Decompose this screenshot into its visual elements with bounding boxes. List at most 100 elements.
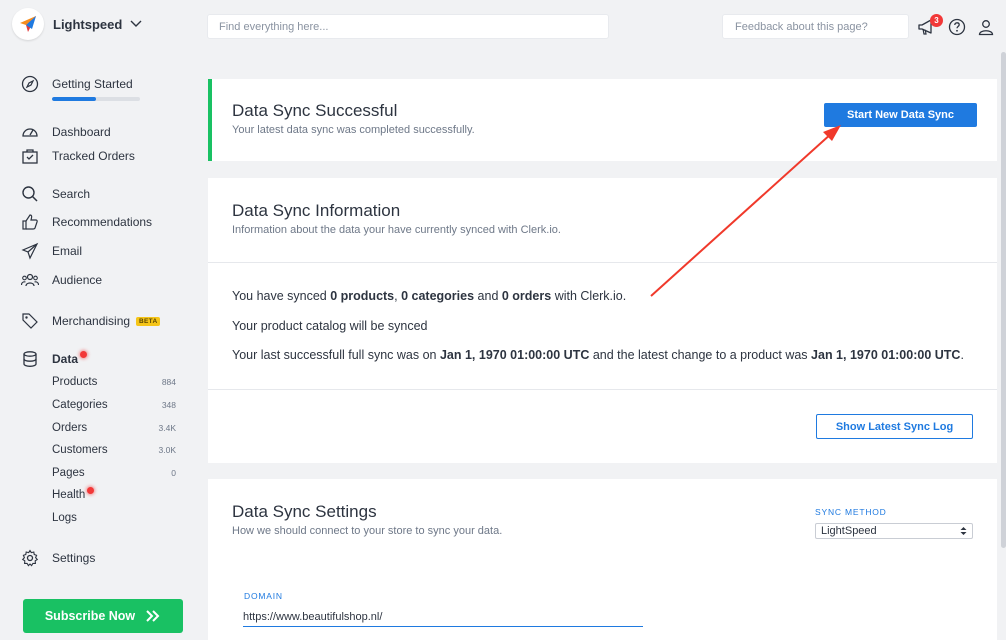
sidebar-item-audience[interactable]: Audience: [20, 270, 102, 290]
sync-settings-card: Data Sync Settings How we should connect…: [208, 479, 997, 640]
synced-counts-text: You have synced 0 products, 0 categories…: [232, 289, 626, 303]
sidebar-item-tracked-orders[interactable]: Tracked Orders: [20, 146, 135, 166]
sync-success-card: Data Sync Successful Your latest data sy…: [208, 79, 997, 161]
subscribe-now-button[interactable]: Subscribe Now: [23, 599, 183, 633]
text-segment: and: [474, 289, 502, 303]
sidebar-item-settings[interactable]: Settings: [20, 548, 95, 568]
text-segment: with Clerk.io.: [551, 289, 627, 303]
sidebar-item-email[interactable]: Email: [20, 241, 82, 261]
double-chevron-right-icon: [146, 610, 160, 622]
getting-started-progress: [52, 97, 140, 101]
text-segment: .: [960, 348, 964, 362]
start-new-data-sync-button[interactable]: Start New Data Sync: [824, 103, 977, 127]
dashboard-icon: [20, 122, 40, 142]
sidebar-item-label: Dashboard: [52, 125, 111, 139]
subitem-label: Logs: [52, 512, 77, 524]
sidebar-item-label: Search: [52, 187, 91, 201]
sidebar-item-getting-started[interactable]: Getting Started: [20, 74, 133, 94]
last-full-sync-date: Jan 1, 1970 01:00:00 UTC: [439, 348, 590, 362]
sidebar-item-recommendations[interactable]: Recommendations: [20, 212, 152, 232]
thumbs-up-icon: [20, 212, 40, 232]
lightspeed-logo-icon: [12, 8, 44, 40]
paper-plane-icon: [20, 241, 40, 261]
sidebar-subitem-categories[interactable]: Categories 348: [52, 397, 176, 413]
getting-started-progress-fill: [52, 97, 96, 101]
subitem-count: 348: [161, 400, 176, 410]
sidebar-item-label: Settings: [52, 551, 96, 565]
sidebar-item-label: Recommendations: [52, 215, 153, 229]
products-count: 0 products: [330, 289, 395, 303]
sidebar-subitem-orders[interactable]: Orders 3.4K: [52, 420, 176, 436]
global-search-input[interactable]: Find everything here...: [208, 15, 608, 38]
compass-icon: [20, 74, 40, 94]
card-title: Data Sync Successful: [232, 101, 398, 120]
help-icon[interactable]: [946, 16, 968, 38]
divider: [208, 262, 997, 263]
domain-value: https://www.beautifulshop.nl/: [243, 610, 383, 623]
text-segment: You have synced: [232, 289, 331, 303]
domain-label: DOMAIN: [244, 591, 283, 601]
sync-method-value: LightSpeed: [821, 525, 877, 537]
latest-change-date: Jan 1, 1970 01:00:00 UTC: [811, 348, 961, 362]
sidebar-item-label: Data: [52, 352, 79, 366]
domain-input[interactable]: https://www.beautifulshop.nl/: [243, 607, 643, 627]
brand-switcher[interactable]: Lightspeed: [12, 8, 142, 40]
sidebar-item-label: Email: [52, 244, 83, 258]
feedback-input[interactable]: Feedback about this page?: [723, 15, 908, 38]
sidebar: Lightspeed Getting Started Dashboard Tra…: [0, 0, 200, 640]
tracked-orders-icon: [20, 146, 40, 166]
notification-badge: 3: [930, 14, 943, 27]
search-icon: [20, 184, 40, 204]
sidebar-item-merchandising[interactable]: Merchandising BETA: [20, 311, 161, 331]
user-account-icon[interactable]: [975, 16, 997, 38]
sidebar-subitem-health[interactable]: Health: [52, 486, 176, 503]
subitem-label: Products: [52, 376, 98, 388]
categories-count: 0 categories: [401, 289, 475, 303]
subitem-label: Pages: [52, 467, 85, 479]
page-scrollbar[interactable]: [1001, 52, 1006, 548]
alert-dot: [87, 486, 95, 494]
chevron-down-icon: [130, 20, 142, 28]
sidebar-item-label: Tracked Orders: [52, 149, 135, 163]
subitem-label: Categories: [52, 399, 108, 411]
sync-method-select[interactable]: LightSpeed: [815, 523, 973, 539]
subscribe-label: Subscribe Now: [44, 609, 136, 623]
sidebar-item-search[interactable]: Search: [20, 184, 90, 204]
feedback-placeholder: Feedback about this page?: [735, 20, 868, 33]
orders-count: 0 orders: [501, 289, 552, 303]
tag-icon: [20, 311, 40, 331]
text-segment: Your last successfull full sync was on: [232, 348, 440, 362]
sidebar-subitem-logs[interactable]: Logs: [52, 510, 176, 526]
subitem-label: Orders: [52, 422, 88, 434]
card-subtitle: Your latest data sync was completed succ…: [232, 124, 475, 136]
alert-dot: [80, 350, 88, 358]
sidebar-subitem-customers[interactable]: Customers 3.0K: [52, 442, 176, 458]
brand-name: Lightspeed: [53, 16, 123, 32]
subitem-label: Health: [52, 489, 86, 501]
card-subtitle: Information about the data your have cur…: [232, 224, 561, 236]
subitem-count: 3.4K: [158, 423, 177, 433]
subitem-count: 884: [161, 377, 176, 387]
card-subtitle: How we should connect to your store to s…: [232, 525, 503, 537]
sync-method-label: SYNC METHOD: [815, 507, 887, 517]
show-latest-sync-log-button[interactable]: Show Latest Sync Log: [816, 414, 973, 439]
sidebar-item-data[interactable]: Data: [20, 349, 88, 369]
divider: [208, 389, 997, 390]
sidebar-item-label: Merchandising: [52, 314, 131, 328]
sidebar-item-dashboard[interactable]: Dashboard: [20, 122, 111, 142]
sidebar-subitem-products[interactable]: Products 884: [52, 374, 176, 390]
gear-icon: [20, 548, 40, 568]
text-segment: and the latest change to a product was: [589, 348, 812, 362]
last-sync-text: Your last successfull full sync was on J…: [232, 348, 964, 362]
subitem-label: Customers: [52, 444, 108, 456]
database-icon: [20, 349, 40, 369]
select-arrows-icon: [960, 527, 967, 535]
catalog-sync-text: Your product catalog will be synced: [232, 319, 428, 333]
sidebar-item-label: Audience: [52, 273, 103, 287]
beta-badge: BETA: [136, 316, 161, 326]
sync-information-card: Data Sync Information Information about …: [208, 178, 997, 463]
search-placeholder: Find everything here...: [219, 20, 329, 33]
sidebar-subitem-pages[interactable]: Pages 0: [52, 465, 176, 481]
subitem-count: 3.0K: [158, 445, 177, 455]
subitem-count: 0: [171, 468, 176, 478]
